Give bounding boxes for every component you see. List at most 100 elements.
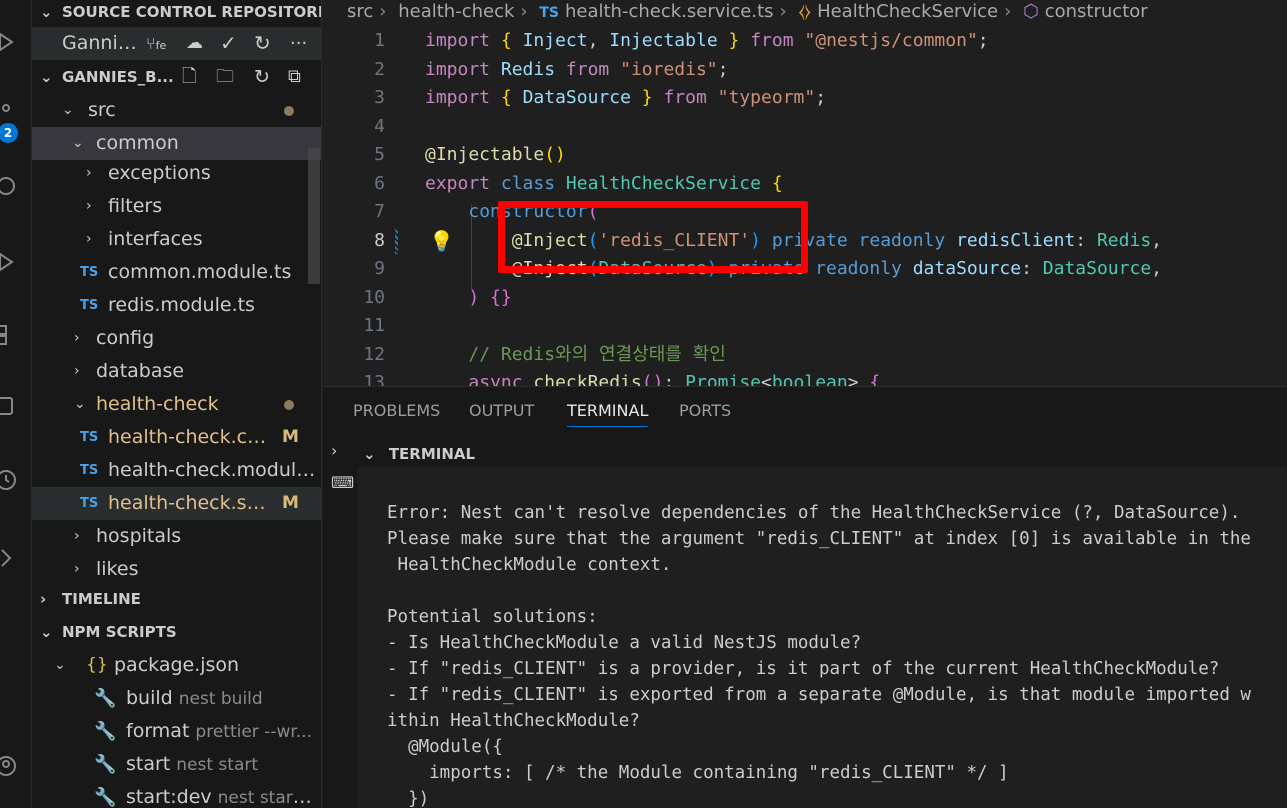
npm-script-name: start:dev (126, 786, 212, 808)
breadcrumb-class[interactable]: HealthCheckService (817, 1, 998, 22)
tree-item[interactable]: TS common.module.ts (32, 256, 321, 289)
terminal-output[interactable]: Error: Nest can't resolve dependencies o… (357, 467, 1287, 808)
tree-item[interactable]: › hospitals (32, 520, 321, 553)
sidebar-scrollbar[interactable] (308, 148, 320, 284)
tree-item[interactable]: › exceptions (32, 157, 321, 190)
terminal-line: }) (387, 789, 430, 808)
npm-script-name: build (126, 687, 173, 709)
tree-item-label: exceptions (108, 162, 211, 184)
refresh-icon[interactable]: ↻ (254, 27, 271, 60)
panel-tab-ports[interactable]: PORTS (679, 401, 731, 420)
commit-check-icon[interactable]: ✓ (220, 27, 237, 60)
npm-script-command: prettier --wr... (195, 722, 312, 742)
chevron-right-icon: › (86, 198, 92, 214)
tree-item[interactable]: TS health-check.serv... M (32, 487, 321, 520)
tree-item[interactable]: › config (32, 322, 321, 355)
tree-item[interactable]: › likes (32, 553, 321, 586)
npm-script-item[interactable]: 🔧 format prettier --wr... (32, 715, 321, 748)
tree-item[interactable]: TS redis.module.ts (32, 289, 321, 322)
tree-item[interactable]: ⌄ health-check (32, 388, 321, 421)
remote-icon[interactable] (0, 168, 32, 204)
line-number: 10 (363, 286, 385, 308)
section-npm-scripts[interactable]: ⌄ NPM SCRIPTS (32, 619, 321, 645)
line-number: 4 (374, 115, 385, 137)
breadcrumb-src[interactable]: src (347, 1, 373, 22)
line-number: 13 (363, 372, 385, 386)
tree-item[interactable]: › database (32, 355, 321, 388)
branch-icon[interactable]: ⑂fe (146, 27, 166, 62)
tree-item-label: common (96, 132, 179, 154)
chevron-right-icon[interactable]: › (331, 441, 337, 460)
testing-icon[interactable] (0, 540, 32, 576)
breadcrumb: src › health-check › TS health-check.servic… (323, 0, 1287, 24)
new-file-icon[interactable]: 🗋 (182, 64, 196, 90)
npm-script-command: nest start ... (217, 788, 316, 808)
terminal-icon[interactable]: ⌨ (331, 473, 354, 492)
tree-item[interactable]: › interfaces (32, 223, 321, 256)
panel-tab-terminal[interactable]: TERMINAL (567, 401, 649, 427)
code-line-2: import Redis from "ioredis"; (425, 58, 729, 80)
tree-item[interactable]: TS health-check.con... M (32, 421, 321, 454)
tree-item-label: database (96, 360, 185, 382)
timeline-icon[interactable] (0, 462, 32, 498)
repo-item[interactable]: Gannie... ⑂fe ☁ ✓ ↻ ··· (32, 27, 321, 62)
run-debug-icon[interactable] (0, 24, 32, 60)
wrench-icon: 🔧 (94, 787, 117, 808)
sync-cloud-icon[interactable]: ☁ (186, 27, 203, 60)
line-number: 12 (363, 343, 385, 365)
chevron-right-icon: › (779, 1, 787, 22)
npm-script-item[interactable]: 🔧 start nest start (32, 748, 321, 781)
more-actions-icon[interactable]: ··· (290, 27, 307, 60)
terminal-line: HealthCheckModule context. (387, 555, 672, 575)
account-icon[interactable] (0, 748, 32, 784)
class-symbol-icon: ⧼⧽ (798, 1, 812, 22)
line-number: 8 (374, 229, 385, 251)
terminal-line: - If "redis_CLIENT" is a provider, is it… (387, 659, 1220, 679)
section-explorer[interactable]: ⌄ GANNIES_B... 🗋 🗀 ↻ ⧉ (32, 64, 321, 90)
terminal-line: ithin HealthCheckModule? (387, 711, 640, 731)
tree-item[interactable]: ⌄ common (32, 127, 321, 160)
extensions-icon[interactable] (0, 316, 32, 352)
npm-script-name: format (126, 720, 190, 742)
npm-script-command: nest build (178, 689, 263, 709)
code-line-13: async checkRedis(): Promise<boolean> { (468, 372, 881, 386)
code-line-10: ) {} (468, 286, 512, 308)
line-number: 1 (374, 30, 385, 51)
collapse-all-icon[interactable]: ⧉ (288, 64, 301, 90)
npm-package[interactable]: ⌄ {} package.json (32, 649, 321, 682)
tree-item-label: health-check.con... (108, 426, 272, 448)
json-braces-icon: {} (86, 655, 108, 675)
typescript-file-icon: TS (80, 298, 99, 313)
breadcrumb-health-check[interactable]: health-check (398, 1, 514, 22)
line-number: 5 (374, 144, 385, 165)
code-editor[interactable]: 1 2 3 4 5 6 7 8 9 10 11 12 13 💡 import { Inject, Inj… (323, 26, 1287, 386)
section-source-control-repositories[interactable]: ⌄ SOURCE CONTROL REPOSITORI... (32, 0, 321, 25)
section-timeline[interactable]: › TIMELINE (32, 586, 321, 612)
panel-tab-problems[interactable]: PROBLEMS (353, 401, 440, 420)
tree-item[interactable]: TS health-check.module.ts (32, 454, 321, 487)
breadcrumb-file[interactable]: health-check.service.ts (565, 1, 774, 22)
remote-explorer-icon[interactable] (0, 388, 32, 424)
typescript-file-icon: TS (80, 430, 99, 445)
new-folder-icon[interactable]: 🗀 (216, 64, 234, 90)
terminal-line: Potential solutions: (387, 607, 598, 627)
refresh-explorer-icon[interactable]: ↻ (254, 64, 270, 90)
breadcrumb-method[interactable]: constructor (1045, 1, 1148, 22)
npm-script-command: nest start (176, 755, 259, 775)
npm-script-item[interactable]: 🔧 build nest build (32, 682, 321, 715)
tree-item[interactable]: ⌄ src (32, 94, 321, 127)
modified-dot-icon (284, 106, 294, 116)
line-number: 9 (374, 258, 385, 279)
chevron-right-icon: › (379, 1, 387, 22)
tree-item-label: filters (108, 195, 163, 217)
wrench-icon: 🔧 (94, 721, 117, 742)
terminal-header[interactable]: ⌄ TERMINAL (363, 445, 475, 463)
chevron-right-icon: › (74, 561, 80, 577)
annotation-highlight-box (498, 201, 808, 273)
typescript-file-icon: TS (80, 463, 99, 478)
run-icon[interactable] (0, 244, 32, 280)
tree-item[interactable]: › filters (32, 190, 321, 223)
npm-script-item[interactable]: 🔧 start:dev nest start ... (32, 781, 321, 808)
panel-tab-output[interactable]: OUTPUT (469, 401, 534, 420)
chevron-down-icon: ⌄ (363, 445, 376, 463)
